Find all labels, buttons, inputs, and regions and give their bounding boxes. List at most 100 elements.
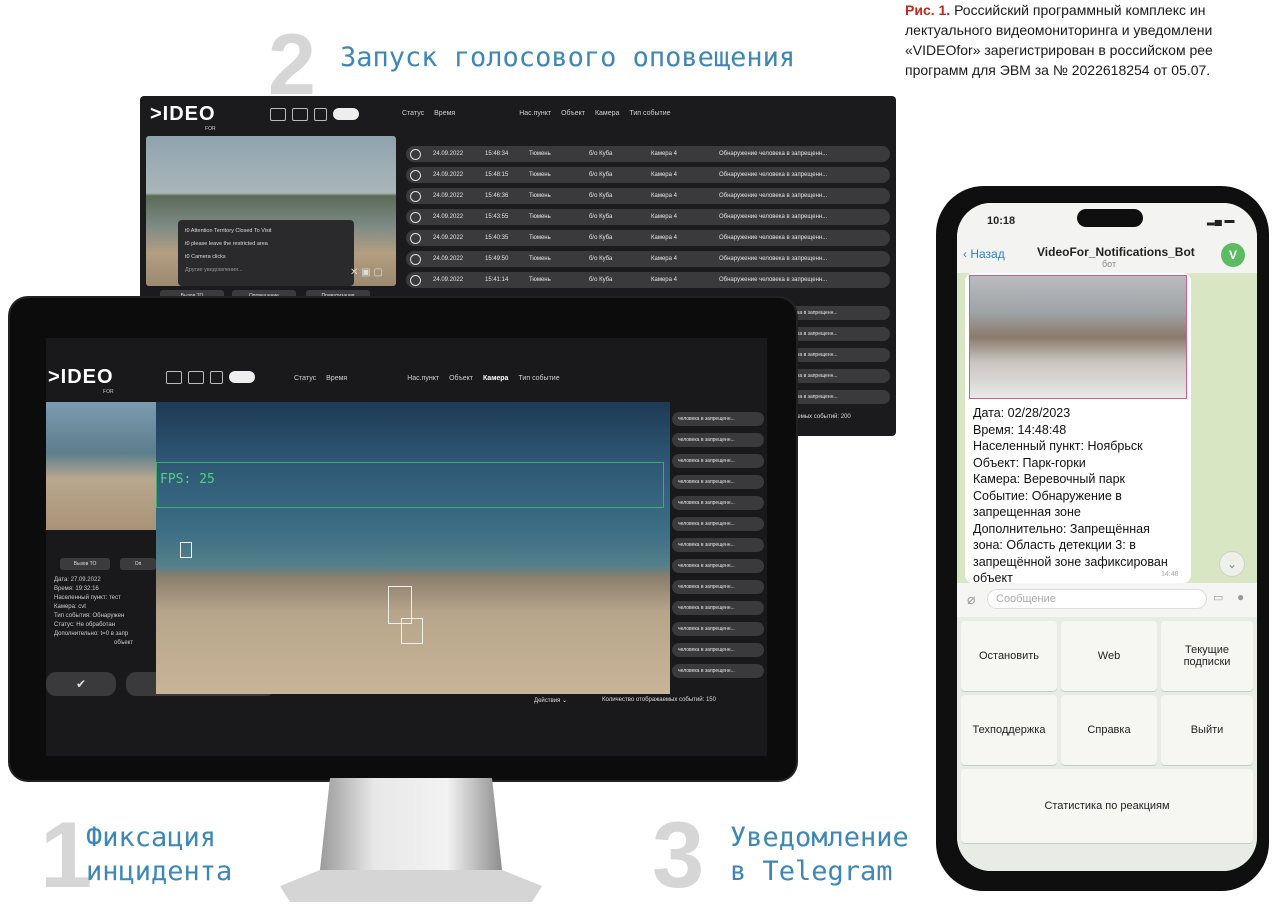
- keyboard-toggle-icon[interactable]: ▭: [1213, 591, 1223, 604]
- event-row[interactable]: 24.09.2022 15:48:15 Тюмень б/о Куба Камера 4…: [406, 167, 890, 183]
- auto-toggle-icon[interactable]: [333, 108, 359, 120]
- detection-zone: [156, 462, 664, 508]
- event-row[interactable]: ловека в запрещенн...: [780, 348, 890, 362]
- filter-event-type[interactable]: Тип событие: [629, 110, 670, 117]
- event-row[interactable]: ловека в запрещенн...: [780, 306, 890, 320]
- event-row[interactable]: человека в запрещенн...: [672, 580, 764, 594]
- alert-button[interactable]: Оп: [120, 558, 156, 570]
- figure-label: Рис. 1.: [905, 2, 951, 18]
- phone-icon[interactable]: [166, 371, 182, 384]
- event-row[interactable]: 24.09.2022 15:40:35 Тюмень б/о Куба Камера 4…: [406, 230, 890, 246]
- event-row[interactable]: человека в запрещенн...: [672, 643, 764, 657]
- event-date: 24.09.2022: [433, 151, 464, 157]
- event-row[interactable]: 24.09.2022 15:46:36 Тюмень б/о Куба Камера 4…: [406, 188, 890, 204]
- scroll-down-icon[interactable]: ⌄: [1219, 551, 1245, 577]
- snapshot-image[interactable]: [969, 275, 1187, 399]
- event-row[interactable]: человека в запрещенн...: [672, 475, 764, 489]
- menu-item-other[interactable]: Другие уведомления...: [185, 264, 347, 277]
- event-row[interactable]: человека в запрещенн...: [672, 538, 764, 552]
- event-time: 15:46:36: [485, 193, 509, 199]
- event-list-back: 24.09.2022 15:48:34 Тюмень б/о Куба Камера 4…: [406, 146, 890, 293]
- event-row[interactable]: человека в запрещенн...: [672, 559, 764, 573]
- event-row[interactable]: человека в запрещенн...: [672, 454, 764, 468]
- event-row[interactable]: ловека в запрещенн...: [780, 369, 890, 383]
- call-button[interactable]: Вызов ТО: [60, 558, 110, 570]
- event-row[interactable]: 24.09.2022 15:49:50 Тюмень б/о Куба Камера 4…: [406, 251, 890, 267]
- filter-object[interactable]: Объект: [449, 375, 473, 382]
- event-date: 24.09.2022: [433, 256, 464, 262]
- message-input[interactable]: Сообщение: [987, 589, 1207, 609]
- event-row[interactable]: человека в запрещенн...: [672, 664, 764, 678]
- filter-event-type[interactable]: Тип событие: [518, 375, 559, 382]
- event-time: 15:48:34: [485, 151, 509, 157]
- event-time: 15:43:55: [485, 214, 509, 220]
- event-row[interactable]: человека в запрещенн...: [672, 601, 764, 615]
- back-button[interactable]: ‹ Назад: [963, 247, 1005, 261]
- event-cam: Камера 4: [651, 172, 677, 178]
- person-box: [180, 542, 192, 558]
- bot-name: VideoFor_Notifications_Bot: [1037, 245, 1195, 259]
- filter-status[interactable]: Статус: [294, 375, 316, 382]
- event-row[interactable]: ловека в запрещенн...: [780, 390, 890, 404]
- stop-button[interactable]: Остановить: [961, 621, 1057, 691]
- save-icon[interactable]: [314, 108, 327, 121]
- web-button[interactable]: Web: [1061, 621, 1157, 691]
- bot-subtitle: бот: [1102, 259, 1117, 269]
- event-row[interactable]: человека в запрещенн...: [672, 496, 764, 510]
- clock-icon: [410, 253, 421, 265]
- phone-icon[interactable]: [270, 108, 286, 121]
- filter-bar: Статус Время Нас.пункт Объект Камера Тип…: [294, 375, 560, 382]
- event-row[interactable]: 24.09.2022 15:48:34 Тюмень б/о Куба Камера 4…: [406, 146, 890, 162]
- clock-icon: [410, 274, 421, 286]
- confirm-button[interactable]: ✔: [46, 672, 116, 696]
- filter-camera[interactable]: Камера: [595, 110, 619, 117]
- event-city: Тюмень: [529, 151, 551, 157]
- event-city: Тюмень: [529, 172, 551, 178]
- filter-object[interactable]: Объект: [561, 110, 585, 117]
- event-row[interactable]: человека в запрещенн...: [672, 433, 764, 447]
- menu-item-camera-clicks[interactable]: t0 Camera clicks: [185, 251, 347, 264]
- filter-camera[interactable]: Камера: [483, 375, 509, 382]
- bot-avatar[interactable]: V: [1221, 243, 1245, 267]
- step-1-number: 1: [40, 802, 93, 907]
- step-3-title-line-2: в Telegram: [730, 856, 893, 887]
- event-row[interactable]: ловека в запрещенн...: [780, 327, 890, 341]
- event-row[interactable]: 24.09.2022 15:43:55 Тюмень б/о Куба Камера 4…: [406, 209, 890, 225]
- close-icon[interactable]: ✕ ▣ ▢: [350, 267, 383, 278]
- event-row[interactable]: 24.09.2022 15:41:14 Тюмень б/о Куба Камера 4…: [406, 272, 890, 288]
- video-main[interactable]: FPS: 25: [156, 402, 670, 694]
- menu-item-leave-area[interactable]: t0 please leave the restricted area: [185, 238, 347, 251]
- help-button[interactable]: Справка: [1061, 695, 1157, 765]
- filter-time[interactable]: Время: [434, 110, 455, 117]
- event-date: 24.09.2022: [433, 172, 464, 178]
- filter-time[interactable]: Время: [326, 375, 347, 382]
- event-event: Обнаружение человека в запрещенн...: [719, 193, 828, 199]
- support-button[interactable]: Техподдержка: [961, 695, 1057, 765]
- actions-menu[interactable]: Действия ⌄: [534, 697, 567, 704]
- filter-settlement[interactable]: Нас.пункт: [407, 375, 439, 382]
- event-row[interactable]: человека в запрещенн...: [672, 622, 764, 636]
- event-cam: Камера 4: [651, 277, 677, 283]
- toolbar-icons: [166, 371, 255, 384]
- subscriptions-button[interactable]: Текущие подписки: [1161, 621, 1253, 691]
- reaction-stats-button[interactable]: Статистика по реакциям: [961, 769, 1253, 843]
- status-time: 10:18: [987, 215, 1016, 227]
- camera-icon[interactable]: [188, 371, 204, 384]
- save-icon[interactable]: [210, 371, 223, 384]
- menu-item-territory-closed[interactable]: t0 Attention Territory Closed To Visit: [185, 225, 347, 238]
- exit-button[interactable]: Выйти: [1161, 695, 1253, 765]
- camera-icon[interactable]: [292, 108, 308, 121]
- filter-status[interactable]: Статус: [402, 110, 424, 117]
- event-obj: б/о Куба: [589, 235, 613, 241]
- event-count: Количество отображаемых событий: 150: [602, 697, 716, 703]
- event-row[interactable]: человека в запрещенн...: [672, 412, 764, 426]
- filter-settlement[interactable]: Нас.пункт: [519, 110, 551, 117]
- auto-toggle-icon[interactable]: [229, 371, 255, 383]
- event-date: 24.09.2022: [433, 235, 464, 241]
- event-event: Обнаружение человека в запрещенн...: [719, 151, 828, 157]
- microphone-icon[interactable]: ●: [1237, 590, 1244, 604]
- event-row[interactable]: человека в запрещенн...: [672, 517, 764, 531]
- monitor-stand: [280, 778, 542, 902]
- video-preview-small[interactable]: [46, 402, 158, 530]
- attach-icon[interactable]: ⌀: [967, 591, 975, 608]
